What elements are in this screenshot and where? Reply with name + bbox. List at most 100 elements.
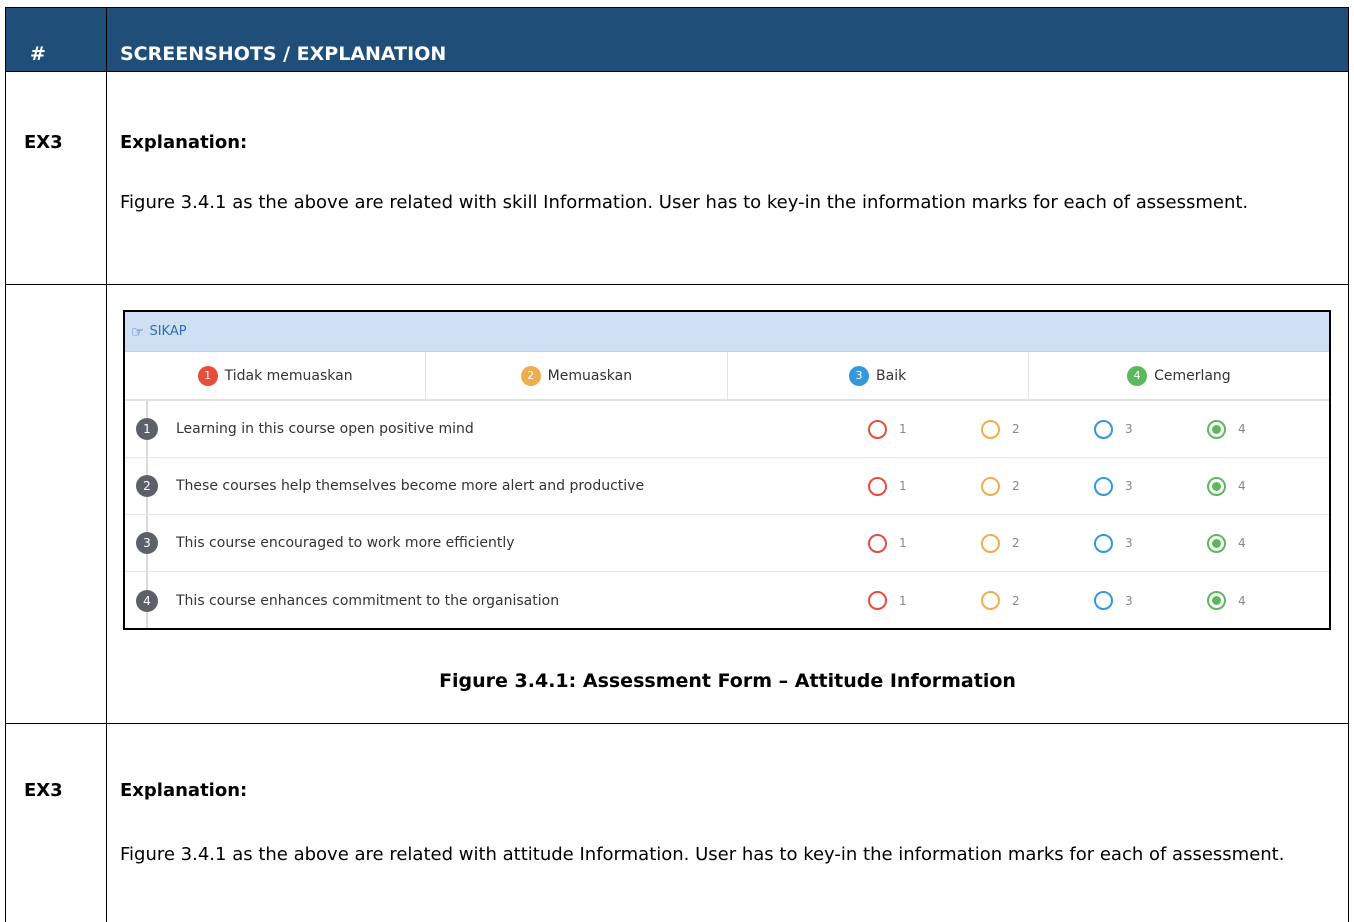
radio-checked-icon[interactable] — [1207, 533, 1226, 553]
figure-row: ☞ SIKAP 1 Tidak memuaskan 2 Memuaskan 3 … — [6, 285, 1348, 724]
radio-circle-icon[interactable] — [868, 419, 887, 439]
rating-option-4[interactable]: 4 — [1207, 419, 1320, 439]
option-label: 3 — [1125, 536, 1133, 550]
option-label: 2 — [1012, 422, 1020, 436]
question-number-badge: 3 — [136, 532, 158, 554]
radio-circle-icon[interactable] — [981, 419, 1000, 439]
option-label: 2 — [1012, 536, 1020, 550]
radio-circle-icon[interactable] — [1094, 419, 1113, 439]
document-table: # SCREENSHOTS / EXPLANATION EX3 Explanat… — [5, 7, 1349, 922]
question-row: 4 This course enhances commitment to the… — [125, 572, 1329, 628]
explanation-row-2: EX3 Explanation: Figure 3.4.1 as the abo… — [6, 724, 1348, 922]
radio-circle-icon[interactable] — [981, 533, 1000, 553]
row-id: EX3 — [24, 780, 63, 801]
legend-item-1: 1 Tidak memuaskan — [125, 352, 427, 399]
legend-label: Memuaskan — [547, 367, 633, 384]
option-label: 1 — [899, 479, 907, 493]
option-label: 1 — [899, 593, 907, 608]
assessment-form-screenshot: ☞ SIKAP 1 Tidak memuaskan 2 Memuaskan 3 … — [123, 310, 1331, 630]
rating-option-4[interactable]: 4 — [1207, 533, 1320, 553]
rating-option-3[interactable]: 3 — [1094, 419, 1207, 439]
legend-badge: 4 — [1127, 365, 1148, 386]
legend-item-3: 3 Baik — [728, 352, 1029, 399]
option-label: 4 — [1238, 479, 1246, 493]
explanation-title: Explanation: — [120, 780, 248, 801]
explanation-row-1: EX3 Explanation: Figure 3.4.1 as the abo… — [6, 72, 1348, 285]
rating-option-2[interactable]: 2 — [981, 476, 1094, 496]
legend-badge: 1 — [197, 365, 218, 386]
question-text: Learning in this course open positive mi… — [176, 421, 474, 437]
question-row: 1 Learning in this course open positive … — [125, 401, 1329, 458]
rating-option-1[interactable]: 1 — [868, 591, 981, 610]
radio-circle-icon[interactable] — [868, 476, 887, 496]
row-id: EX3 — [24, 132, 63, 153]
option-label: 3 — [1125, 593, 1133, 608]
option-label: 4 — [1238, 422, 1246, 436]
option-label: 1 — [899, 422, 907, 436]
option-label: 2 — [1012, 479, 1020, 493]
header-title: SCREENSHOTS / EXPLANATION — [120, 43, 447, 65]
question-number-badge: 1 — [136, 418, 158, 440]
header-hash-cell: # — [6, 8, 107, 71]
question-text: This course encouraged to work more effi… — [176, 535, 515, 551]
rating-option-4[interactable]: 4 — [1207, 476, 1320, 496]
rating-option-1[interactable]: 1 — [868, 533, 981, 553]
rating-option-2[interactable]: 2 — [981, 533, 1094, 553]
radio-checked-icon[interactable] — [1207, 476, 1226, 496]
radio-checked-icon[interactable] — [1207, 591, 1226, 610]
rating-legend: 1 Tidak memuaskan 2 Memuaskan 3 Baik 4 C… — [125, 352, 1329, 401]
sikap-panel-header: ☞ SIKAP — [125, 312, 1329, 352]
radio-circle-icon[interactable] — [981, 476, 1000, 496]
rating-option-1[interactable]: 1 — [868, 476, 981, 496]
explanation-title: Explanation: — [120, 132, 248, 153]
option-label: 4 — [1238, 536, 1246, 550]
radio-circle-icon[interactable] — [868, 533, 887, 553]
question-row: 3 This course encouraged to work more ef… — [125, 515, 1329, 572]
thumbs-up-hand-icon: ☞ — [131, 322, 145, 341]
header-hash: # — [30, 43, 46, 65]
rating-option-1[interactable]: 1 — [868, 419, 981, 439]
figure-cell: ☞ SIKAP 1 Tidak memuaskan 2 Memuaskan 3 … — [107, 285, 1348, 723]
explanation-body: Figure 3.4.1 as the above are related wi… — [120, 844, 1285, 865]
row-content-cell: Explanation: Figure 3.4.1 as the above a… — [107, 724, 1348, 922]
radio-checked-icon[interactable] — [1207, 419, 1226, 439]
rating-option-3[interactable]: 3 — [1094, 591, 1207, 610]
rating-options: 1 2 3 4 — [868, 591, 1320, 610]
row-content-cell: Explanation: Figure 3.4.1 as the above a… — [107, 72, 1348, 284]
row-id-cell-empty — [6, 285, 107, 723]
figure-caption: Figure 3.4.1: Assessment Form – Attitude… — [439, 670, 1016, 692]
rating-option-4[interactable]: 4 — [1207, 591, 1320, 610]
radio-circle-icon[interactable] — [1094, 476, 1113, 496]
panel-title: SIKAP — [149, 324, 187, 339]
radio-circle-icon[interactable] — [868, 591, 887, 610]
explanation-body: Figure 3.4.1 as the above are related wi… — [120, 192, 1249, 213]
option-label: 2 — [1012, 593, 1020, 608]
radio-circle-icon[interactable] — [981, 591, 1000, 610]
legend-item-2: 2 Memuaskan — [426, 352, 728, 399]
rating-options: 1 2 3 4 — [868, 476, 1320, 496]
rating-option-2[interactable]: 2 — [981, 419, 1094, 439]
question-number-badge: 4 — [136, 589, 158, 612]
row-id-cell: EX3 — [6, 724, 107, 922]
question-list: 1 Learning in this course open positive … — [125, 401, 1329, 628]
legend-label: Cemerlang — [1154, 367, 1231, 384]
rating-options: 1 2 3 4 — [868, 419, 1320, 439]
header-title-cell: SCREENSHOTS / EXPLANATION — [107, 8, 1348, 71]
rating-options: 1 2 3 4 — [868, 533, 1320, 553]
legend-label: Baik — [876, 367, 907, 384]
rating-option-2[interactable]: 2 — [981, 591, 1094, 610]
radio-circle-icon[interactable] — [1094, 591, 1113, 610]
rating-option-3[interactable]: 3 — [1094, 476, 1207, 496]
option-label: 3 — [1125, 422, 1133, 436]
radio-circle-icon[interactable] — [1094, 533, 1113, 553]
question-text: These courses help themselves become mor… — [176, 478, 645, 494]
row-id-cell: EX3 — [6, 72, 107, 284]
question-text: This course enhances commitment to the o… — [176, 592, 560, 609]
legend-badge: 2 — [520, 365, 541, 386]
option-label: 3 — [1125, 479, 1133, 493]
option-label: 1 — [899, 536, 907, 550]
table-header-row: # SCREENSHOTS / EXPLANATION — [6, 7, 1348, 72]
legend-item-4: 4 Cemerlang — [1029, 352, 1329, 399]
rating-option-3[interactable]: 3 — [1094, 533, 1207, 553]
legend-label: Tidak memuaskan — [224, 367, 353, 384]
